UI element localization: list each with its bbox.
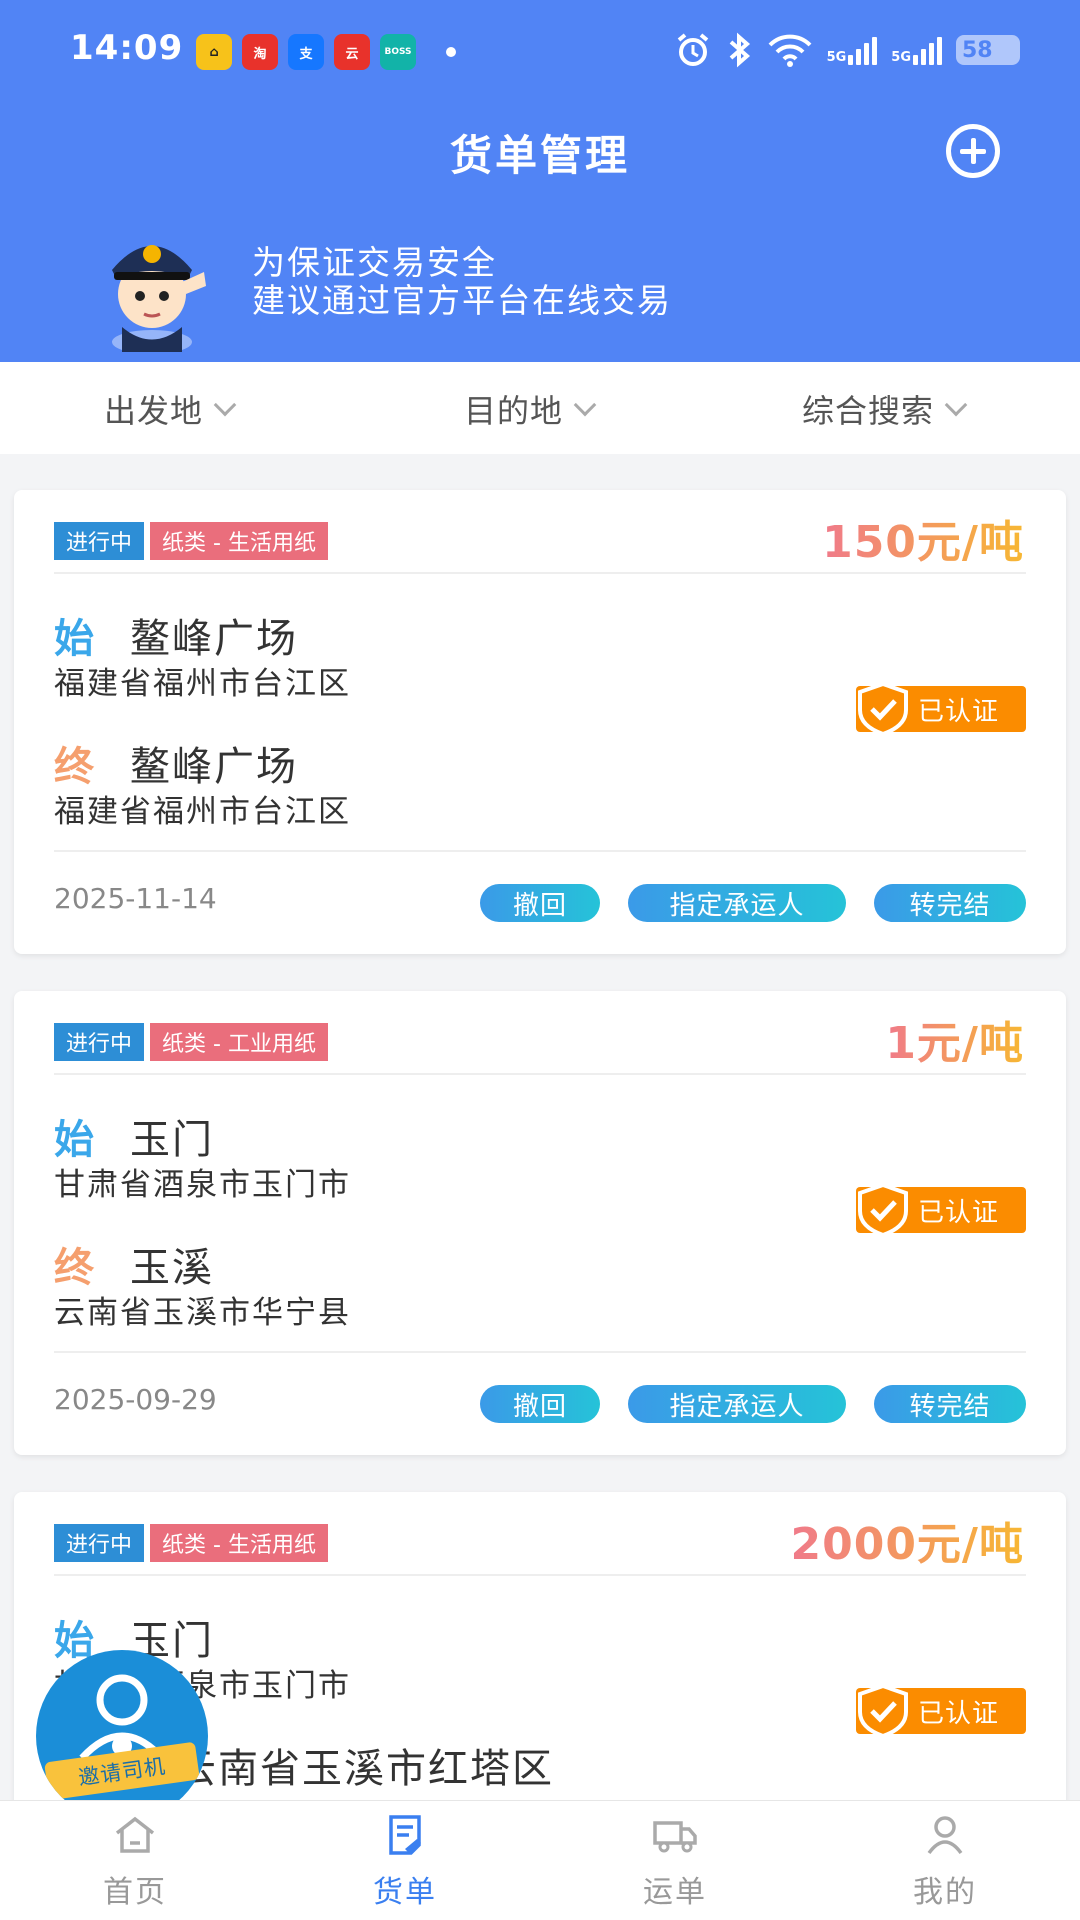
user-icon (927, 1815, 963, 1854)
filter-origin[interactable]: 出发地 (104, 386, 237, 432)
status-time: 14:09 (70, 28, 184, 68)
alarm-icon (677, 33, 708, 66)
end-place: 鳌峰广场 (130, 744, 298, 790)
start-address: 甘肃省酒泉市玉门市 (54, 1167, 351, 1203)
card-actions: 撤回 指定承运人 转完结 (480, 1385, 1026, 1423)
invite-driver-button[interactable]: 邀请司机 (36, 1650, 208, 1822)
publish-date: 2025-11-14 (54, 882, 217, 915)
end-label: 终 (54, 1245, 94, 1291)
police-mascot-icon (112, 245, 206, 352)
page-title: 货单管理 (449, 131, 630, 180)
battery-icon: 58 (956, 35, 1020, 65)
divider (54, 572, 1026, 574)
assign-carrier-button[interactable]: 指定承运人 (628, 884, 846, 922)
price: 1元/吨 (885, 1007, 1024, 1071)
signal-5g-a-icon: 5G (827, 35, 878, 65)
add-cargo-button[interactable] (946, 124, 1000, 178)
chevron-down-icon (213, 393, 237, 417)
category-badge: 纸类 - 生活用纸 (150, 1524, 328, 1562)
filter-search-label: 综合搜索 (802, 392, 935, 430)
category-badge: 纸类 - 工业用纸 (150, 1023, 328, 1061)
home-icon (115, 1816, 155, 1853)
divider (54, 1073, 1026, 1075)
shield-check-icon (858, 681, 908, 737)
tab-cargo[interactable]: 货单 (270, 1801, 540, 1920)
tab-cargo-label: 货单 (373, 1874, 437, 1910)
end-address: 福建省福州市台江区 (54, 794, 351, 830)
filter-destination[interactable]: 目的地 (464, 386, 597, 432)
bottom-tab-bar: 首页 货单 运单 我的 (0, 1800, 1080, 1920)
start-label: 始 (54, 616, 94, 662)
status-badge: 进行中 (54, 1524, 145, 1562)
status-bar: 14:09 ⌂ 淘支云 BOSS 5G 5G 58 (0, 0, 1080, 100)
verified-badge: 已认证 (856, 1683, 1026, 1739)
safety-notice: 为保证交易安全 建议通过官方平台在线交易 (252, 244, 672, 320)
status-indicators: 5G 5G 58 (675, 32, 1020, 68)
signal-5g-b-icon: 5G (891, 35, 942, 65)
shield-check-icon (858, 1182, 908, 1238)
end-address: 云南省玉溪市华宁县 (54, 1295, 351, 1331)
tab-waybill-label: 运单 (643, 1874, 707, 1910)
shield-check-icon (858, 1683, 908, 1739)
publish-date: 2025-09-29 (54, 1383, 217, 1416)
start-place: 鳌峰广场 (130, 616, 298, 662)
cargo-card[interactable]: 进行中 纸类 - 生活用纸 150元/吨 始 鳌峰广场 福建省福州市台江区 终 … (14, 490, 1066, 954)
cargo-card[interactable]: 进行中 纸类 - 工业用纸 1元/吨 始 玉门 甘肃省酒泉市玉门市 终 玉溪 云… (14, 991, 1066, 1455)
notice-line-1: 为保证交易安全 (252, 243, 497, 282)
complete-button[interactable]: 转完结 (874, 884, 1026, 922)
filter-bar: 出发地 目的地 综合搜索 (0, 362, 1080, 454)
start-place: 玉门 (130, 1117, 214, 1163)
card-tags: 进行中 纸类 - 工业用纸 (54, 1023, 328, 1061)
end-label: 终 (54, 744, 94, 790)
more-notifications-dot (446, 47, 456, 57)
chevron-down-icon (944, 393, 968, 417)
tab-waybill[interactable]: 运单 (540, 1801, 810, 1920)
price: 150元/吨 (822, 506, 1024, 570)
wifi-icon (768, 34, 811, 67)
tab-home[interactable]: 首页 (0, 1801, 270, 1920)
amap-icon: ⌂ (196, 34, 232, 70)
divider (54, 850, 1026, 852)
status-badge: 进行中 (54, 1023, 145, 1061)
complete-button[interactable]: 转完结 (874, 1385, 1026, 1423)
price: 2000元/吨 (790, 1508, 1024, 1572)
divider (54, 1574, 1026, 1576)
tab-mine[interactable]: 我的 (810, 1801, 1080, 1920)
verified-badge: 已认证 (856, 681, 1026, 737)
yunshanfu-icon: 云 (334, 34, 370, 70)
withdraw-button[interactable]: 撤回 (480, 884, 600, 922)
boss-icon: BOSS (380, 34, 416, 70)
taobao-icon: 淘 (242, 34, 278, 70)
tab-mine-label: 我的 (913, 1874, 977, 1910)
filter-origin-label: 出发地 (104, 392, 204, 430)
chevron-down-icon (573, 393, 597, 417)
card-tags: 进行中 纸类 - 生活用纸 (54, 1524, 328, 1562)
category-badge: 纸类 - 生活用纸 (150, 522, 328, 560)
start-address: 福建省福州市台江区 (54, 666, 351, 702)
card-tags: 进行中 纸类 - 生活用纸 (54, 522, 328, 560)
status-badge: 进行中 (54, 522, 145, 560)
end-place: 云南省玉溪市红塔区 (176, 1746, 554, 1792)
verified-label: 已认证 (918, 1698, 1000, 1729)
bluetooth-icon (729, 32, 750, 68)
verified-badge: 已认证 (856, 1182, 1026, 1238)
filter-destination-label: 目的地 (464, 392, 564, 430)
start-label: 始 (54, 1117, 94, 1163)
withdraw-button[interactable]: 撤回 (480, 1385, 600, 1423)
verified-label: 已认证 (918, 1197, 1000, 1228)
notice-line-2: 建议通过官方平台在线交易 (252, 281, 672, 320)
alipay-icon: 支 (288, 34, 324, 70)
tab-home-label: 首页 (103, 1874, 167, 1910)
verified-label: 已认证 (918, 696, 1000, 727)
end-place: 玉溪 (130, 1245, 214, 1291)
divider (54, 1351, 1026, 1353)
notification-icons: ⌂ 淘支云 BOSS (196, 34, 456, 70)
truck-icon (653, 1820, 697, 1852)
assign-carrier-button[interactable]: 指定承运人 (628, 1385, 846, 1423)
filter-search[interactable]: 综合搜索 (802, 386, 968, 432)
header: 14:09 ⌂ 淘支云 BOSS 5G 5G 58 货单管理 为保证交易安全 建议通… (0, 0, 1080, 362)
cargo-list-icon (389, 1814, 421, 1855)
card-actions: 撤回 指定承运人 转完结 (480, 884, 1026, 922)
